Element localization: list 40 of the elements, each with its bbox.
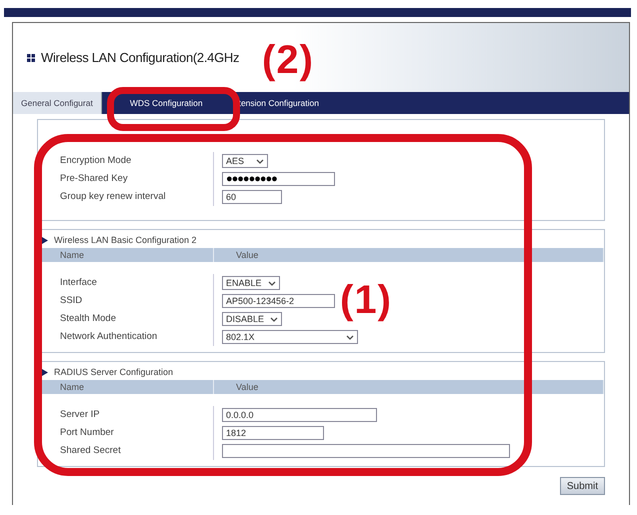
input-field[interactable]: 1812 [222, 426, 324, 440]
dropdown[interactable]: 802.1X [222, 330, 358, 344]
dropdown[interactable]: DISABLE [222, 312, 282, 326]
field-label: SSID [60, 294, 84, 308]
tab[interactable]: tension Configuration [230, 92, 327, 114]
dropdown[interactable]: AES [222, 154, 268, 168]
field-label: Interface [60, 276, 98, 290]
section-heading: RADIUS Server Configuration [54, 367, 174, 377]
section-heading: Wireless LAN Basic Configuration 2 [54, 235, 197, 245]
column-heading: Value [214, 248, 604, 262]
column-heading: Value [214, 380, 604, 394]
page-title: Wireless LAN Configuration(2.4GHz [41, 50, 240, 65]
column-heading: Name [38, 380, 214, 394]
field-label: Encryption Mode [60, 154, 132, 168]
password-field[interactable]: ●●●●●●●●● [222, 172, 335, 186]
field-label: Shared Secret [60, 444, 122, 458]
field-label: Pre-Shared Key [60, 172, 129, 186]
input-field[interactable]: AP500-123456-2 [222, 294, 335, 308]
triangle-icon [42, 236, 48, 244]
caret-icon [270, 316, 278, 322]
caret-icon [256, 158, 264, 164]
field-label: Group key renew interval [60, 190, 167, 204]
field-label: Port Number [60, 426, 115, 440]
input-field[interactable] [222, 444, 510, 458]
dropdown[interactable]: ENABLE [222, 276, 280, 290]
input-field[interactable]: 0.0.0.0 [222, 408, 377, 422]
tab[interactable]: General Configurat [13, 92, 102, 114]
triangle-icon [42, 368, 48, 376]
callout-label: (2) [262, 40, 314, 80]
input-field[interactable]: 60 [222, 190, 282, 204]
column-heading: Name [38, 248, 214, 262]
grid-icon [27, 54, 35, 62]
callout-label: (1) [340, 280, 392, 320]
submit-button[interactable]: Submit [560, 477, 605, 495]
tab[interactable]: WDS Configuration [122, 92, 211, 114]
caret-icon [268, 280, 276, 286]
field-label: Server IP [60, 408, 101, 422]
field-label: Stealth Mode [60, 312, 117, 326]
caret-icon [346, 334, 354, 340]
field-label: Network Authentication [60, 330, 158, 344]
